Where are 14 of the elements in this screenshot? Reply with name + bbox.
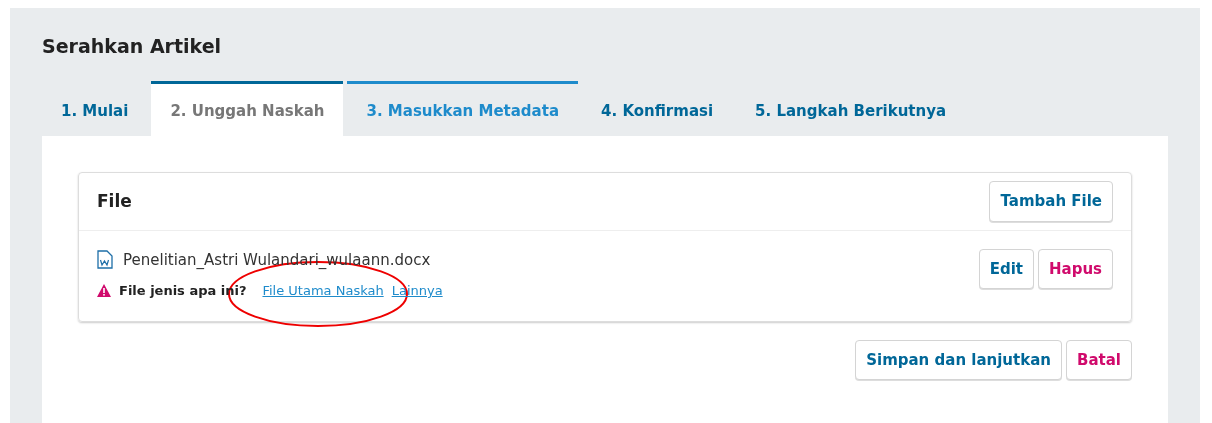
warning-icon [97,284,111,298]
cancel-button[interactable]: Batal [1066,339,1132,380]
edit-button[interactable]: Edit [978,248,1034,289]
step-tab[interactable]: 2. Unggah Naskah [151,80,344,136]
save-continue-button[interactable]: Simpan dan lanjutkan [855,339,1062,380]
card-title: File [97,189,132,213]
file-name: Penelitian_Astri Wulandari_wulaann.docx [123,249,431,271]
add-file-button[interactable]: Tambah File [989,181,1113,222]
step-tab[interactable]: 1. Mulai [42,80,148,136]
word-file-icon [97,250,113,270]
step-tab[interactable]: 5. Langkah Berikutnya [736,80,966,136]
page-title: Serahkan Artikel [42,34,223,59]
step-tab[interactable]: 4. Konfirmasi [582,80,733,136]
delete-button[interactable]: Hapus [1037,248,1113,289]
